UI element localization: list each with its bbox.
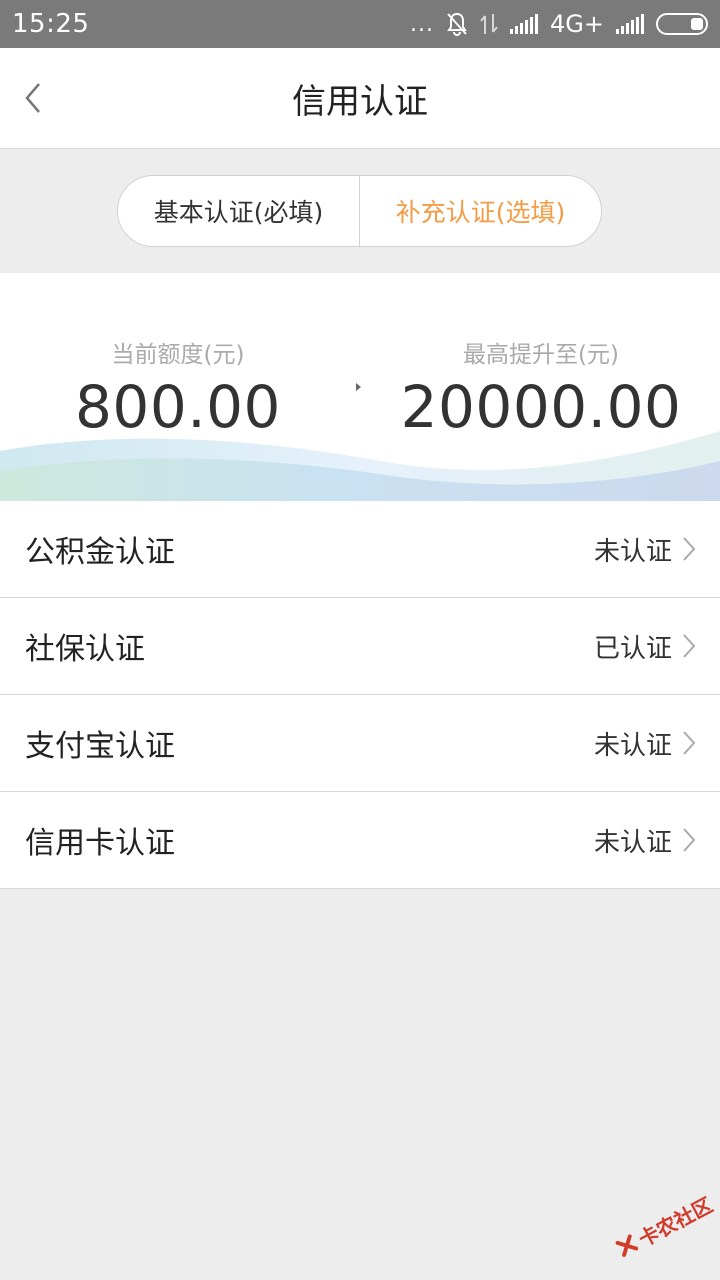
quota-panel: 当前额度(元) 800.00 最高提升至(元) 20000.00 — [0, 273, 720, 501]
list-item-alipay[interactable]: 支付宝认证 未认证 — [0, 695, 720, 792]
item-status: 未认证 — [593, 827, 672, 858]
chevron-right-icon — [683, 537, 696, 561]
status-icons: ... 4G+ — [410, 10, 708, 38]
arrow-right-icon — [356, 383, 361, 391]
signal-icon-2 — [616, 14, 644, 34]
status-time: 15:25 — [12, 9, 90, 39]
max-quota-label: 最高提升至(元) — [463, 342, 619, 368]
item-label: 社保认证 — [25, 632, 145, 667]
back-button[interactable] — [18, 76, 48, 120]
current-quota-label: 当前额度(元) — [111, 342, 245, 368]
watermark-text: 卡农社区 — [634, 1192, 717, 1252]
signal-icon — [510, 14, 539, 34]
segmented-control: 基本认证(必填) 补充认证(选填) — [117, 175, 602, 247]
watermark: 卡农社区 — [604, 1175, 720, 1277]
chevron-right-icon — [683, 828, 696, 852]
chevron-right-icon — [683, 731, 696, 755]
item-status: 已认证 — [593, 633, 672, 664]
list-item-credit-card[interactable]: 信用卡认证 未认证 — [0, 792, 720, 889]
chevron-right-icon — [683, 634, 696, 658]
verification-list: 公积金认证 未认证 社保认证 已认证 支付宝认证 未认证 信用卡认证 未认证 — [0, 501, 720, 889]
item-label: 信用卡认证 — [25, 826, 175, 861]
bell-muted-icon — [447, 12, 467, 36]
wave-decoration — [0, 431, 720, 501]
network-type: 4G+ — [550, 10, 604, 38]
more-dots-icon: ... — [410, 11, 435, 37]
list-item-housing-fund[interactable]: 公积金认证 未认证 — [0, 501, 720, 598]
data-transfer-icon — [480, 14, 498, 34]
item-status: 未认证 — [593, 730, 672, 761]
item-status: 未认证 — [593, 536, 672, 567]
tab-area: 基本认证(必填) 补充认证(选填) — [0, 149, 720, 273]
page-title: 信用认证 — [292, 81, 428, 122]
list-item-social-security[interactable]: 社保认证 已认证 — [0, 598, 720, 695]
tab-supplementary[interactable]: 补充认证(选填) — [360, 176, 601, 246]
status-bar: 15:25 ... 4G+ — [0, 0, 720, 48]
header-bar: 信用认证 — [0, 48, 720, 149]
max-quota: 最高提升至(元) 20000.00 — [400, 335, 682, 441]
current-quota: 当前额度(元) 800.00 — [58, 335, 298, 441]
battery-icon — [656, 13, 708, 35]
item-label: 支付宝认证 — [25, 729, 175, 764]
item-label: 公积金认证 — [25, 535, 175, 570]
tab-basic[interactable]: 基本认证(必填) — [118, 176, 359, 246]
chevron-left-icon — [25, 83, 40, 113]
